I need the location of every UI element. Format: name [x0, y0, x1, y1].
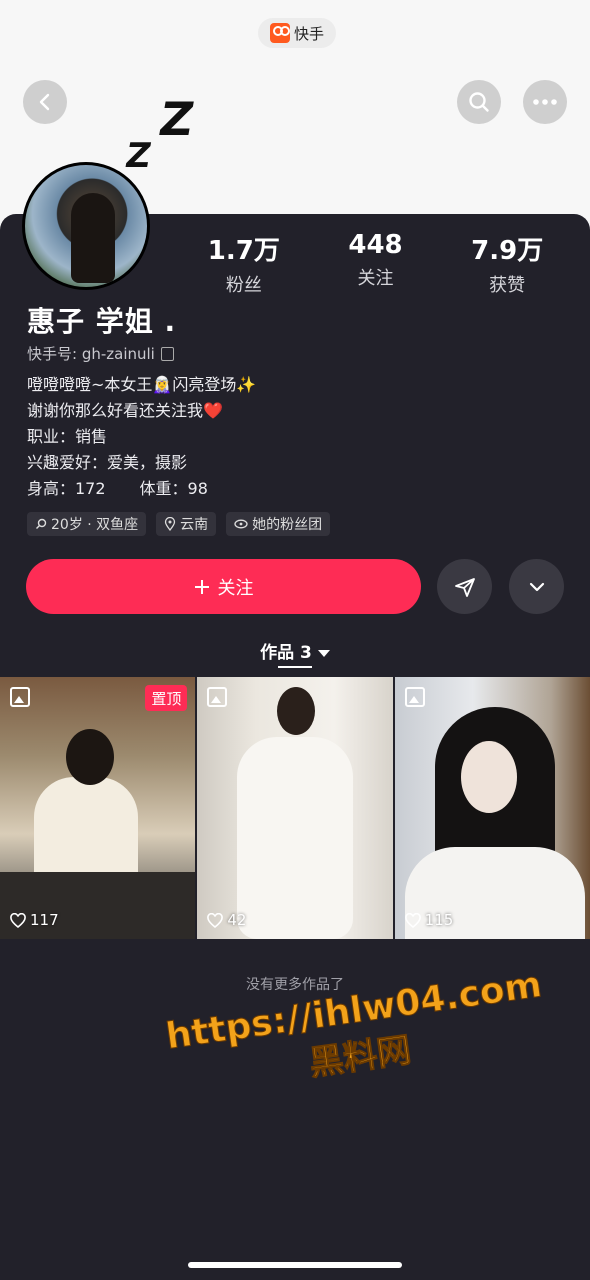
tab-works[interactable]: 作品 3 — [0, 638, 590, 663]
tag-label: 云南 — [180, 517, 209, 533]
works-grid: 置顶 117 42 115 — [0, 677, 590, 939]
work-tile[interactable]: 置顶 117 — [0, 677, 196, 939]
location-pin-icon — [165, 517, 176, 531]
kuaishou-id: 快手号: gh-zainuli — [27, 345, 155, 363]
stat-label: 粉丝 — [225, 275, 262, 296]
heart-icon — [404, 912, 421, 928]
bio-line-body: 身高：172 体重：98 — [27, 476, 256, 502]
stat-value: 7.9万 — [471, 236, 544, 266]
body-height: 身高：172 — [27, 479, 106, 498]
avatar[interactable] — [22, 162, 150, 290]
heart-icon — [207, 912, 224, 928]
likes-count: 42 — [207, 911, 246, 929]
bio-line: 兴趣爱好：爱美，摄影 — [27, 453, 188, 472]
tag-label: 她的粉丝团 — [252, 517, 323, 533]
bio-line: 职业：销售 — [27, 427, 108, 446]
search-button[interactable] — [457, 80, 501, 124]
tab-underline — [278, 666, 312, 668]
thumbnail-figure — [460, 741, 517, 813]
sleep-z-large: Z — [155, 92, 199, 146]
image-post-icon — [404, 687, 425, 707]
profile-name: 惠子 学姐 . — [27, 305, 177, 338]
body-weight: 体重：98 — [139, 479, 208, 498]
likes-value: 42 — [227, 911, 247, 929]
chevron-down-icon — [529, 582, 544, 591]
profile-tags: 20岁 · 双鱼座 云南 她的粉丝团 — [27, 512, 331, 536]
image-post-icon — [10, 687, 30, 707]
more-button[interactable] — [523, 80, 567, 124]
thumbnail-figure — [66, 729, 114, 785]
bio: 噔噔噔噔~本女王🧝‍♀️闪亮登场✨ 谢谢你那么好看还关注我❤️ 职业：销售 兴趣… — [27, 372, 256, 502]
kuaishou-logo-icon — [270, 23, 290, 43]
profile-stats: 1.7万 粉丝 448 关注 7.9万 获赞 — [178, 230, 573, 297]
fan-club-icon — [234, 519, 248, 529]
copy-icon[interactable] — [160, 346, 174, 361]
search-small-icon — [36, 518, 47, 529]
back-button[interactable] — [23, 80, 67, 124]
caret-down-icon — [317, 649, 330, 657]
sleep-z-small: Z — [122, 136, 155, 176]
tag-age[interactable]: 20岁 · 双鱼座 — [27, 512, 147, 536]
stat-label: 获赞 — [489, 275, 526, 296]
more-dots-icon — [533, 99, 557, 105]
share-button[interactable] — [437, 559, 492, 614]
avatar-photo — [71, 193, 115, 283]
bio-line: 谢谢你那么好看还关注我❤️ — [27, 401, 223, 420]
tag-location[interactable]: 云南 — [156, 512, 217, 536]
work-tile[interactable]: 115 — [394, 677, 590, 939]
follow-label: 关注 — [217, 577, 254, 599]
expand-button[interactable] — [509, 559, 564, 614]
tag-fan-club[interactable]: 她的粉丝团 — [226, 512, 331, 536]
pinned-badge: 置顶 — [145, 685, 188, 711]
thumbnail-figure — [237, 737, 354, 939]
heart-icon — [10, 912, 26, 928]
likes-count: 117 — [10, 911, 59, 929]
plus-icon — [194, 579, 209, 594]
tag-label: 20岁 · 双鱼座 — [51, 517, 139, 533]
bio-line: 噔噔噔噔~本女王🧝‍♀️闪亮登场✨ — [27, 375, 257, 394]
stat-likes[interactable]: 7.9万 获赞 — [441, 230, 573, 297]
stat-following[interactable]: 448 关注 — [310, 230, 442, 297]
chevron-left-icon — [39, 93, 50, 111]
stat-value: 1.7万 — [207, 236, 280, 266]
thumbnail-figure — [277, 687, 316, 735]
stat-label: 关注 — [357, 268, 394, 289]
image-post-icon — [207, 687, 228, 707]
tab-works-label: 作品 3 — [260, 643, 312, 663]
likes-count: 115 — [404, 911, 454, 929]
kuaishou-id-row[interactable]: 快手号: gh-zainuli — [27, 343, 174, 364]
work-tile[interactable]: 42 — [197, 677, 393, 939]
likes-value: 115 — [424, 911, 454, 929]
likes-value: 117 — [30, 911, 59, 929]
brand-label: 快手 — [294, 24, 325, 43]
follow-button[interactable]: 关注 — [26, 559, 421, 614]
stat-value: 448 — [348, 230, 403, 260]
stat-followers[interactable]: 1.7万 粉丝 — [178, 230, 310, 297]
brand-pill: 快手 — [258, 18, 337, 48]
send-icon — [454, 577, 475, 597]
search-icon — [469, 92, 489, 112]
home-indicator — [188, 1262, 402, 1268]
